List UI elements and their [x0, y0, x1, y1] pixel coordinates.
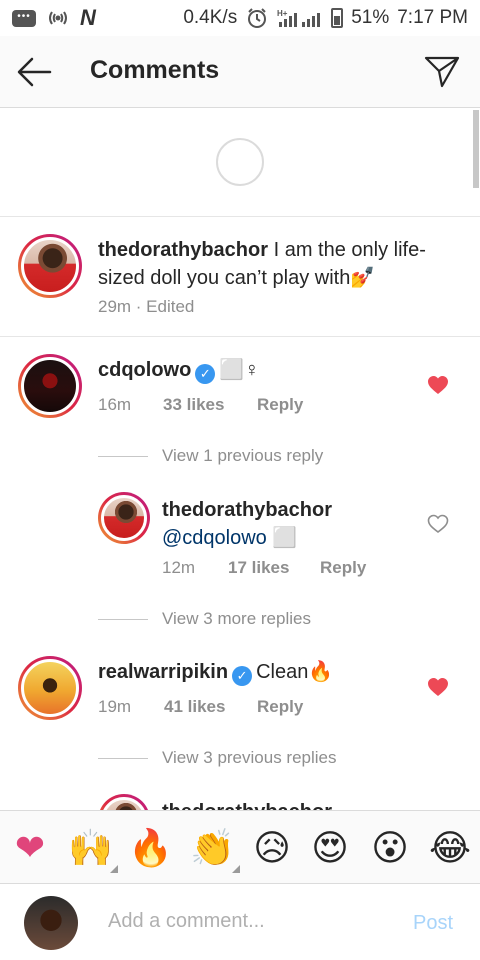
emoji-surprised-button[interactable]: 😮 — [368, 827, 412, 871]
divider — [0, 216, 480, 217]
divider — [0, 336, 480, 337]
reply-time: 12m — [162, 558, 196, 577]
caption-line2: sized doll you can’t play with💅 — [98, 267, 376, 289]
avatar[interactable] — [18, 234, 82, 298]
comment-text: realwarripikin ✓ Clean🔥 — [98, 658, 333, 686]
reply-body: @cdqolowo ⬜ — [162, 527, 298, 549]
comment-time: 16m — [98, 395, 132, 414]
status-bar: ••• N 0.4K/s H+ 51% 7:17 PM — [0, 0, 480, 36]
alarm-icon — [245, 8, 269, 28]
comment-composer: Add a comment... Post — [0, 884, 480, 960]
comment-body: Clean🔥 — [256, 661, 334, 683]
view-previous-label: View 1 previous reply — [162, 446, 324, 465]
heart-filled-icon[interactable] — [427, 677, 449, 697]
reply-button[interactable]: Reply — [257, 697, 303, 717]
profile-photo — [21, 237, 79, 295]
emoji-raised-hands-button[interactable]: 🙌 — [68, 827, 118, 873]
reply-button[interactable]: Reply — [320, 558, 366, 578]
skin-tone-indicator — [110, 865, 118, 873]
heart-outline-icon[interactable] — [427, 514, 449, 534]
comment-likes[interactable]: 41 likes — [164, 697, 257, 717]
skin-tone-indicator — [232, 865, 240, 873]
reply-username[interactable]: thedorathybachor — [162, 499, 332, 521]
n-logo-icon: N — [80, 5, 96, 30]
view-previous-replies[interactable]: View 3 previous replies — [98, 748, 337, 768]
comments-header: Comments — [0, 36, 480, 108]
view-line — [98, 757, 148, 759]
view-previous-replies[interactable]: View 1 previous reply — [98, 446, 323, 466]
emoji-heart-eyes-button[interactable]: 😍 — [308, 827, 352, 871]
emoji-heart-button[interactable]: ❤ — [8, 827, 52, 871]
profile-photo — [101, 495, 147, 541]
caption-time: 29m · Edited — [98, 297, 195, 316]
back-arrow-icon[interactable] — [14, 54, 54, 90]
emoji-glyph: 👏 — [190, 828, 235, 869]
view-more-label: View 3 more replies — [162, 609, 311, 628]
view-line — [98, 455, 148, 457]
reply-button[interactable]: Reply — [257, 395, 303, 415]
reply-likes[interactable]: 17 likes — [228, 558, 320, 578]
profile-photo — [21, 659, 79, 717]
caption-username[interactable]: thedorathybachor — [98, 239, 268, 261]
clock: 7:17 PM — [397, 7, 468, 28]
emoji-fire-button[interactable]: 🔥 — [128, 827, 173, 871]
network-speed: 0.4K/s — [183, 7, 238, 28]
comment-meta: 19m 41 likes Reply — [98, 697, 303, 717]
comment-username[interactable]: cdqolowo — [98, 359, 191, 381]
comment-meta: 16m 33 likes Reply — [98, 395, 303, 415]
view-line — [98, 618, 148, 620]
post-button[interactable]: Post — [413, 912, 453, 935]
comment-input[interactable]: Add a comment... — [108, 910, 265, 933]
verified-badge-icon: ✓ — [195, 364, 216, 384]
emoji-clap-button[interactable]: 👏 — [190, 827, 240, 873]
caption-line1: I am the only life- — [273, 239, 426, 261]
chat-icon: ••• — [12, 9, 36, 27]
reply-text: thedorathybachor @cdqolowo ⬜ — [162, 496, 422, 552]
view-more-replies[interactable]: View 3 more replies — [98, 609, 311, 629]
battery-icon — [331, 8, 344, 28]
comment-body: ⬜♀ — [219, 359, 260, 381]
avatar[interactable] — [18, 656, 82, 720]
profile-photo — [21, 357, 79, 415]
scrollbar[interactable] — [473, 110, 479, 188]
reply-meta: 12m 17 likes Reply — [162, 558, 366, 578]
send-icon[interactable] — [422, 52, 462, 92]
avatar[interactable] — [98, 492, 150, 544]
emoji-glyph: 🙌 — [68, 828, 113, 869]
svg-text:H+: H+ — [277, 9, 288, 18]
comment-likes[interactable]: 33 likes — [163, 395, 257, 415]
comment-username[interactable]: realwarripikin — [98, 661, 228, 683]
battery-level: 51% — [351, 7, 390, 28]
heart-filled-icon[interactable] — [427, 375, 449, 395]
comment-text: cdqolowo ✓ ⬜♀ — [98, 356, 259, 384]
page-title: Comments — [90, 56, 220, 84]
wifi-tether-icon — [46, 9, 70, 27]
caption-meta: 29m · Edited — [98, 297, 194, 317]
caption-text: thedorathybachor I am the only life- siz… — [98, 236, 458, 292]
emoji-laugh-button[interactable]: 😂 — [428, 827, 472, 871]
avatar[interactable] — [18, 354, 82, 418]
emoji-quick-bar: ❤ 🙌 🔥 👏 😥 😍 😮 😂 — [0, 810, 480, 884]
loading-spinner — [216, 138, 264, 186]
my-avatar — [24, 896, 78, 950]
emoji-sad-button[interactable]: 😥 — [250, 827, 294, 871]
comment-time: 19m — [98, 697, 132, 716]
signal-icon: H+ — [277, 9, 323, 27]
view-previous-label: View 3 previous replies — [162, 748, 337, 767]
verified-badge-icon: ✓ — [232, 666, 253, 686]
